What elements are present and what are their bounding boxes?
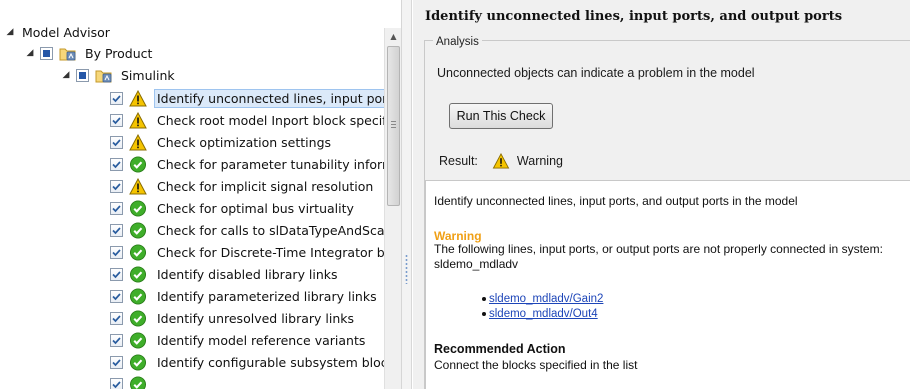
green-check-circle-icon bbox=[129, 155, 147, 173]
warning-triangle-icon bbox=[492, 153, 510, 169]
warning-triangle-icon bbox=[129, 133, 147, 150]
tree-simulink-row[interactable]: ◢ Simulink bbox=[0, 64, 384, 86]
green-check-circle-icon bbox=[129, 221, 147, 239]
checkbox-checked-icon[interactable] bbox=[110, 289, 123, 303]
result-value: Warning bbox=[516, 154, 563, 168]
checkbox-checked-icon[interactable] bbox=[110, 201, 123, 215]
check-label: Identify unconnected lines, input ports,… bbox=[154, 88, 384, 108]
analysis-label: Analysis bbox=[433, 36, 482, 48]
block-link-out4[interactable]: sldemo_mdladv/Out4 bbox=[489, 308, 598, 320]
checkbox-checked-icon[interactable] bbox=[110, 355, 123, 369]
check-label: Check for parameter tunability informati… bbox=[157, 156, 384, 172]
list-item[interactable]: Identify unconnected lines, input ports,… bbox=[0, 87, 384, 109]
check-label: Check for calls to slDataTypeAndScale bbox=[157, 222, 384, 238]
check-details-pane: Identify unconnected lines, input ports,… bbox=[413, 0, 910, 389]
green-check-circle-icon bbox=[129, 287, 147, 305]
pane-splitter[interactable] bbox=[402, 0, 412, 389]
list-item: sldemo_mdladv/Out4 bbox=[482, 306, 603, 321]
partial-checkbox-icon[interactable] bbox=[40, 46, 53, 60]
list-item[interactable]: Check for Discrete-Time Integrator block… bbox=[0, 241, 384, 263]
report-panel: Identify unconnected lines, input ports,… bbox=[425, 180, 910, 389]
checkbox-checked-icon[interactable] bbox=[110, 113, 123, 127]
checkbox-checked-icon[interactable] bbox=[110, 223, 123, 237]
run-this-check-button[interactable]: Run This Check bbox=[449, 103, 553, 129]
list-item[interactable]: Identify parameterized library links bbox=[0, 285, 384, 307]
tree-by-product-row[interactable]: ◢ By Product bbox=[0, 42, 384, 64]
checkbox-checked-icon[interactable] bbox=[110, 179, 123, 193]
list-item[interactable]: Identify configurable subsystem blocks bbox=[0, 351, 384, 373]
list-item[interactable]: Identify disabled library links bbox=[0, 263, 384, 285]
report-description: Identify unconnected lines, input ports,… bbox=[434, 194, 798, 208]
folder-icon bbox=[59, 48, 76, 60]
tree-root-label: Model Advisor bbox=[22, 24, 110, 40]
checkbox-checked-icon[interactable] bbox=[110, 377, 123, 389]
green-check-circle-icon bbox=[129, 243, 147, 261]
check-label: Identify model reference variants bbox=[157, 332, 366, 348]
green-check-circle-icon bbox=[129, 265, 147, 283]
model-advisor-tree: ◢ Model Advisor ◢ By Product ◢ Simulink … bbox=[0, 0, 402, 389]
list-item[interactable]: Identify unresolved library links bbox=[0, 307, 384, 329]
checkbox-checked-icon[interactable] bbox=[110, 245, 123, 259]
check-label: Identify configurable subsystem blocks bbox=[157, 354, 384, 370]
list-item[interactable] bbox=[0, 373, 384, 389]
check-label: Identify unresolved library links bbox=[157, 310, 354, 326]
check-label: Check for optimal bus virtuality bbox=[157, 200, 354, 216]
checkbox-checked-icon[interactable] bbox=[110, 157, 123, 171]
check-title: Identify unconnected lines, input ports,… bbox=[425, 9, 843, 24]
warning-text: The following lines, input ports, or out… bbox=[434, 242, 883, 271]
bullet-icon bbox=[482, 296, 486, 301]
block-link-gain2[interactable]: sldemo_mdladv/Gain2 bbox=[489, 293, 603, 305]
partial-checkbox-icon[interactable] bbox=[76, 68, 89, 82]
list-item[interactable]: Identify model reference variants bbox=[0, 329, 384, 351]
check-label: Check root model Inport block specificat… bbox=[157, 112, 384, 128]
list-item[interactable]: Check root model Inport block specificat… bbox=[0, 109, 384, 131]
collapse-arrow-icon[interactable]: ◢ bbox=[24, 47, 36, 59]
warning-heading: Warning bbox=[434, 229, 482, 243]
recommended-action-text: Connect the blocks specified in the list bbox=[434, 358, 638, 372]
checkbox-checked-icon[interactable] bbox=[110, 91, 123, 105]
tree-vertical-scrollbar[interactable]: ▲ bbox=[384, 28, 401, 389]
checkbox-checked-icon[interactable] bbox=[110, 311, 123, 325]
tree-root-row[interactable]: ◢ Model Advisor bbox=[0, 21, 384, 43]
recommended-action-heading: Recommended Action bbox=[434, 342, 566, 356]
green-check-circle-icon bbox=[129, 375, 147, 389]
splitter-grip-icon[interactable] bbox=[405, 254, 408, 284]
collapse-arrow-icon[interactable]: ◢ bbox=[4, 26, 16, 38]
list-item[interactable]: Check for parameter tunability informati… bbox=[0, 153, 384, 175]
checkbox-checked-icon[interactable] bbox=[110, 333, 123, 347]
unconnected-link-list: sldemo_mdladv/Gain2 sldemo_mdladv/Out4 bbox=[482, 291, 603, 321]
result-row: Result: Warning bbox=[439, 153, 563, 169]
collapse-arrow-icon[interactable]: ◢ bbox=[60, 69, 72, 81]
check-label: Check for implicit signal resolution bbox=[157, 178, 374, 194]
folder-icon bbox=[95, 70, 112, 82]
green-check-circle-icon bbox=[129, 353, 147, 371]
tree-by-product-label: By Product bbox=[85, 45, 153, 61]
list-item[interactable]: Check for calls to slDataTypeAndScale bbox=[0, 219, 384, 241]
green-check-circle-icon bbox=[129, 199, 147, 217]
scrollbar-thumb[interactable] bbox=[387, 46, 400, 206]
check-label: Check for Discrete-Time Integrator block… bbox=[157, 244, 384, 260]
scroll-up-arrow-icon[interactable]: ▲ bbox=[385, 28, 401, 45]
check-label: Identify parameterized library links bbox=[157, 288, 377, 304]
checkbox-checked-icon[interactable] bbox=[110, 267, 123, 281]
result-label: Result: bbox=[439, 154, 478, 168]
warning-triangle-icon bbox=[129, 89, 147, 106]
warning-triangle-icon bbox=[129, 177, 147, 194]
bullet-icon bbox=[482, 311, 486, 316]
list-item[interactable]: Check for implicit signal resolution bbox=[0, 175, 384, 197]
check-description: Unconnected objects can indicate a probl… bbox=[437, 66, 755, 80]
green-check-circle-icon bbox=[129, 309, 147, 327]
list-item[interactable]: Check for optimal bus virtuality bbox=[0, 197, 384, 219]
tree-simulink-label: Simulink bbox=[121, 67, 175, 83]
check-label: Check optimization settings bbox=[157, 134, 332, 150]
checkbox-checked-icon[interactable] bbox=[110, 135, 123, 149]
green-check-circle-icon bbox=[129, 331, 147, 349]
list-item[interactable]: Check optimization settings bbox=[0, 131, 384, 153]
list-item: sldemo_mdladv/Gain2 bbox=[482, 291, 603, 306]
check-label: Identify disabled library links bbox=[157, 266, 338, 282]
warning-triangle-icon bbox=[129, 111, 147, 128]
